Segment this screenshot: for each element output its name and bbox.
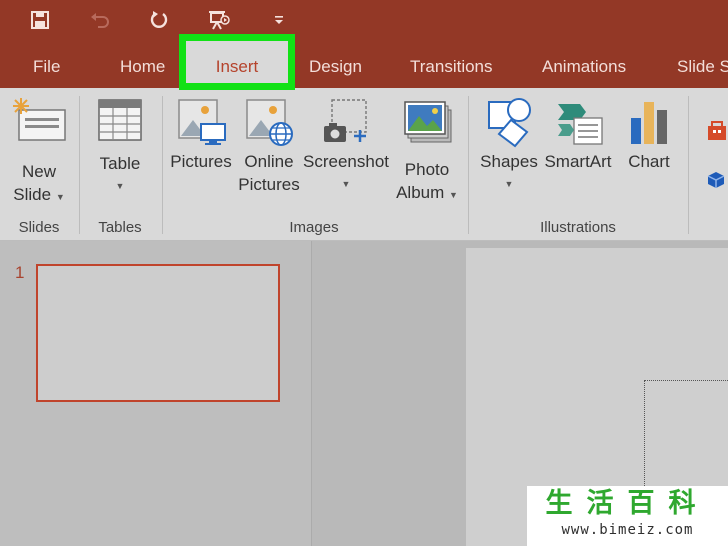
smartart-icon bbox=[552, 96, 604, 148]
tab-slide-show[interactable]: Slide Sl bbox=[677, 49, 728, 85]
table-button[interactable]: Table ▼ bbox=[86, 96, 154, 198]
watermark-brand: 生活百科 bbox=[545, 488, 710, 519]
tab-home[interactable]: Home bbox=[120, 49, 165, 85]
pictures-label: Pictures bbox=[170, 152, 232, 171]
slide-thumbnail[interactable] bbox=[36, 264, 280, 402]
online-pictures-label-2: Pictures bbox=[238, 175, 300, 194]
my-add-ins-icon[interactable] bbox=[704, 168, 728, 197]
shapes-button[interactable]: Shapes ▼ bbox=[476, 96, 542, 196]
group-separator bbox=[688, 96, 689, 234]
redo-icon[interactable] bbox=[145, 6, 173, 34]
present-icon[interactable] bbox=[205, 6, 233, 34]
pictures-icon bbox=[175, 96, 227, 148]
pictures-button[interactable]: Pictures bbox=[168, 96, 234, 173]
save-icon[interactable] bbox=[26, 6, 54, 34]
smartart-button[interactable]: SmartArt bbox=[542, 96, 614, 173]
table-icon bbox=[96, 96, 144, 142]
new-slide-label-1: New bbox=[21, 162, 56, 181]
new-slide-label-2: Slide bbox=[13, 185, 52, 204]
insert-tab-highlight bbox=[179, 34, 295, 90]
watermark-url: www.bimeiz.com bbox=[561, 522, 694, 538]
screenshot-icon bbox=[320, 96, 372, 148]
shapes-icon bbox=[483, 96, 535, 148]
tab-design[interactable]: Design bbox=[309, 49, 362, 85]
group-separator bbox=[162, 96, 163, 234]
chart-button[interactable]: Chart bbox=[618, 96, 680, 173]
new-slide-dropdown-icon[interactable]: ▼ bbox=[56, 192, 65, 202]
chart-icon bbox=[623, 96, 675, 148]
table-dropdown-icon[interactable]: ▼ bbox=[86, 175, 154, 198]
online-pictures-icon bbox=[243, 96, 295, 148]
smartart-label: SmartArt bbox=[544, 152, 612, 171]
photo-album-dropdown-icon[interactable]: ▼ bbox=[449, 190, 458, 200]
group-label-images: Images bbox=[289, 219, 339, 236]
customize-qat-icon[interactable] bbox=[265, 6, 293, 34]
ribbon: New Slide ▼ Slides Table ▼ Tables Pictur… bbox=[0, 88, 728, 241]
table-label: Table bbox=[99, 154, 141, 173]
online-pictures-button[interactable]: Online Pictures bbox=[236, 96, 302, 196]
group-label-slides: Slides bbox=[18, 219, 60, 236]
photo-album-label-2: Album bbox=[396, 183, 445, 202]
screenshot-dropdown-icon[interactable]: ▼ bbox=[302, 173, 390, 196]
tab-file[interactable]: File bbox=[33, 49, 60, 85]
shapes-dropdown-icon[interactable]: ▼ bbox=[476, 173, 542, 196]
photo-album-icon bbox=[401, 96, 453, 148]
online-pictures-label-1: Online bbox=[244, 152, 294, 171]
slides-pane: 1 bbox=[0, 241, 312, 546]
chart-label: Chart bbox=[628, 152, 670, 171]
photo-album-label-1: Photo bbox=[404, 160, 450, 179]
group-separator bbox=[79, 96, 80, 234]
group-label-illustrations: Illustrations bbox=[540, 219, 616, 236]
tab-animations[interactable]: Animations bbox=[542, 49, 626, 85]
screenshot-button[interactable]: Screenshot ▼ bbox=[302, 96, 390, 196]
new-slide-icon bbox=[11, 96, 67, 142]
tab-transitions[interactable]: Transitions bbox=[410, 49, 493, 85]
slide-number: 1 bbox=[15, 263, 25, 282]
new-slide-button[interactable]: New Slide ▼ bbox=[6, 96, 72, 209]
watermark: 生活百科 www.bimeiz.com bbox=[527, 486, 728, 546]
screenshot-label: Screenshot bbox=[303, 152, 389, 171]
undo-icon[interactable] bbox=[86, 6, 114, 34]
photo-album-button[interactable]: Photo Album ▼ bbox=[392, 96, 462, 207]
shapes-label: Shapes bbox=[480, 152, 538, 171]
store-icon[interactable] bbox=[706, 118, 728, 147]
title-bar: File Home Insert Design Transitions Anim… bbox=[0, 0, 728, 88]
group-separator bbox=[468, 96, 469, 234]
group-label-tables: Tables bbox=[98, 219, 142, 236]
